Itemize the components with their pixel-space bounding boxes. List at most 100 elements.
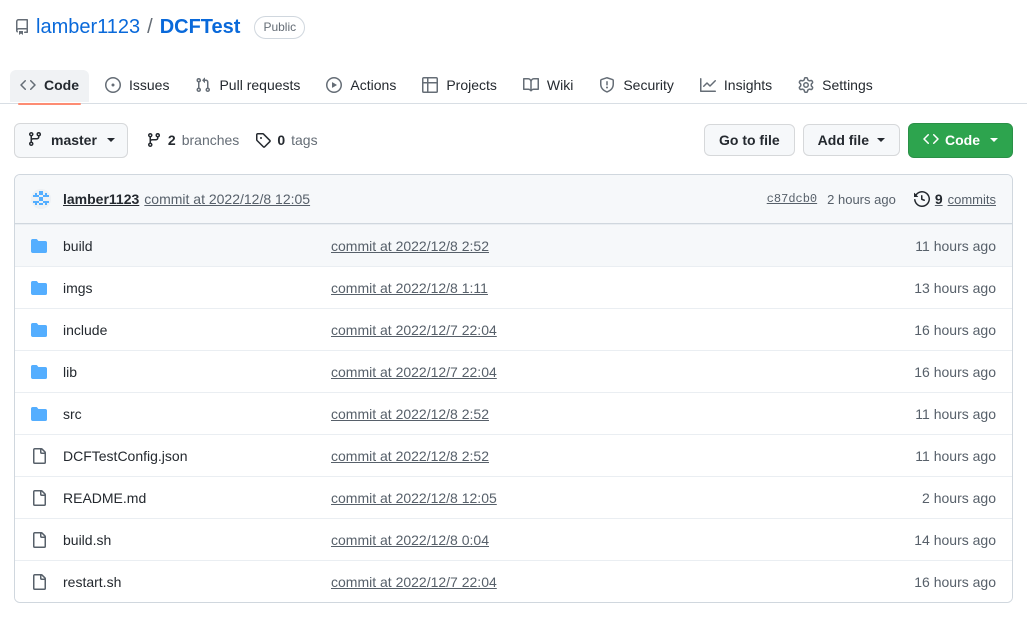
table-row[interactable]: lib commit at 2022/12/7 22:04 16 hours a… [15,350,1012,392]
file-icon [31,447,47,464]
tab-pull-requests[interactable]: Pull requests [185,70,310,102]
file-commit-message[interactable]: commit at 2022/12/7 22:04 [331,364,846,380]
tab-issues[interactable]: Issues [95,70,179,102]
play-icon [326,77,343,93]
commit-relative-time: 2 hours ago [827,191,896,207]
tab-wiki[interactable]: Wiki [513,70,583,102]
table-row[interactable]: restart.sh commit at 2022/12/7 22:04 16 … [15,560,1012,602]
file-age: 11 hours ago [915,405,996,422]
latest-commit-bar: lamber1123 commit at 2022/12/8 12:05 c87… [15,175,1012,224]
git-pull-request-icon [195,77,211,93]
tab-projects[interactable]: Projects [412,70,507,102]
commit-message-link[interactable]: commit at 2022/12/8 12:05 [144,191,310,207]
tag-icon [255,132,272,148]
git-branch-icon [27,131,43,150]
tab-actions-label: Actions [350,77,397,93]
go-to-file-button[interactable]: Go to file [703,124,795,156]
table-icon [422,77,439,93]
commit-sha-link[interactable]: c87dcb0 [767,192,817,206]
tab-security[interactable]: Security [589,70,684,102]
file-commit-message[interactable]: commit at 2022/12/7 22:04 [331,322,846,338]
code-download-button[interactable]: Code [908,122,1013,158]
table-row[interactable]: README.md commit at 2022/12/8 12:05 2 ho… [15,476,1012,518]
chevron-down-icon [877,138,885,142]
branches-link[interactable]: 2 branches [146,132,239,148]
commit-author-link[interactable]: lamber1123 [63,191,139,207]
file-name-link[interactable]: src [63,406,331,422]
repo-toolbar: master 2 branches 0 tags Go to file Add … [0,104,1027,174]
file-name-link[interactable]: include [63,322,331,338]
git-branch-icon [146,132,162,148]
file-commit-message[interactable]: commit at 2022/12/8 1:11 [331,280,846,296]
tags-count: 0 [277,132,286,148]
folder-icon [31,406,47,422]
go-to-file-label: Go to file [718,132,780,148]
branch-name-label: master [51,132,97,148]
branch-selector-button[interactable]: master [14,122,128,158]
repo-path-separator: / [147,15,153,38]
file-age: 16 hours ago [914,321,996,338]
file-name-link[interactable]: build.sh [63,532,331,548]
file-commit-message[interactable]: commit at 2022/12/8 2:52 [331,406,846,422]
file-age: 14 hours ago [914,531,996,548]
table-row[interactable]: src commit at 2022/12/8 2:52 11 hours ag… [15,392,1012,434]
commits-count-link[interactable]: 9 commits [913,191,996,207]
file-commit-message[interactable]: commit at 2022/12/8 0:04 [331,532,846,548]
folder-icon [31,238,47,254]
tab-settings[interactable]: Settings [788,70,883,102]
chevron-down-icon [990,138,998,142]
tab-issues-label: Issues [129,77,170,93]
tab-security-label: Security [623,77,674,93]
commit-meta: c87dcb0 2 hours ago 9 commits [767,191,996,207]
table-row[interactable]: DCFTestConfig.json commit at 2022/12/8 2… [15,434,1012,476]
file-name-link[interactable]: imgs [63,280,331,296]
add-file-label: Add file [817,132,869,148]
file-age: 16 hours ago [914,573,996,590]
file-icon [31,531,47,548]
repo-name-link[interactable]: DCFTest [160,15,241,39]
file-commit-message[interactable]: commit at 2022/12/8 2:52 [331,238,846,254]
tab-code[interactable]: Code [10,70,89,105]
add-file-button[interactable]: Add file [802,124,900,156]
book-icon [522,77,539,93]
folder-icon [31,280,47,296]
file-listing-table: lamber1123 commit at 2022/12/8 12:05 c87… [14,174,1013,603]
tab-pull-requests-label: Pull requests [219,77,301,93]
code-button-label: Code [945,132,980,148]
table-row[interactable]: build commit at 2022/12/8 2:52 11 hours … [15,224,1012,266]
code-icon [923,131,939,150]
repo-owner-link[interactable]: lamber1123 [36,15,140,39]
file-name-link[interactable]: lib [63,364,331,380]
file-age: 11 hours ago [915,447,996,464]
table-row[interactable]: include commit at 2022/12/7 22:04 16 hou… [15,308,1012,350]
file-age: 2 hours ago [922,489,996,506]
history-icon [913,191,930,207]
commits-count-label: commits [947,191,996,207]
file-commit-message[interactable]: commit at 2022/12/8 2:52 [331,448,846,464]
file-commit-message[interactable]: commit at 2022/12/7 22:04 [331,574,846,590]
table-row[interactable]: imgs commit at 2022/12/8 1:11 13 hours a… [15,266,1012,308]
file-name-link[interactable]: DCFTestConfig.json [63,448,331,464]
repo-title-row: lamber1123 / DCFTest Public [14,10,1013,44]
file-commit-message[interactable]: commit at 2022/12/8 12:05 [331,490,846,506]
tab-actions[interactable]: Actions [316,70,406,102]
table-row[interactable]: build.sh commit at 2022/12/8 0:04 14 hou… [15,518,1012,560]
issue-opened-icon [105,77,121,93]
repo-header: lamber1123 / DCFTest Public [0,0,1027,62]
folder-icon [31,322,47,338]
tab-projects-label: Projects [446,77,497,93]
repo-icon [14,19,30,35]
chevron-down-icon [106,138,115,142]
file-name-link[interactable]: README.md [63,490,331,506]
file-age: 13 hours ago [914,279,996,296]
tags-link[interactable]: 0 tags [255,132,318,148]
tab-code-label: Code [44,77,79,93]
file-age: 11 hours ago [915,237,996,254]
tab-insights[interactable]: Insights [690,70,782,102]
file-name-link[interactable]: restart.sh [63,574,331,590]
visibility-badge: Public [254,15,306,39]
tags-label: tags [291,132,318,148]
tab-insights-label: Insights [723,77,773,93]
graph-icon [699,77,716,93]
file-name-link[interactable]: build [63,238,331,254]
